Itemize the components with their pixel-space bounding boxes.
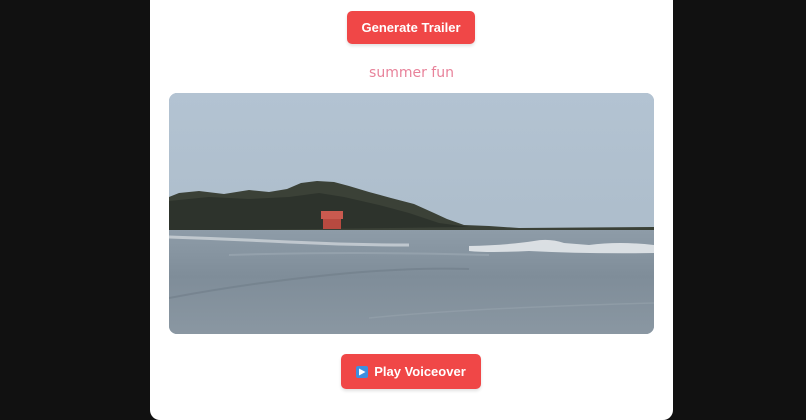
clip-caption: summer fun [369,65,454,81]
play-voiceover-button[interactable]: Play Voiceover [341,354,481,389]
play-voiceover-label: Play Voiceover [374,364,466,379]
generate-trailer-button[interactable]: Generate Trailer [347,11,475,44]
video-preview[interactable] [169,93,654,334]
beach-scene-image [169,93,654,334]
trailer-card: Generate Trailer summer fun Play Voiceov… [150,0,673,420]
play-icon [356,365,369,378]
